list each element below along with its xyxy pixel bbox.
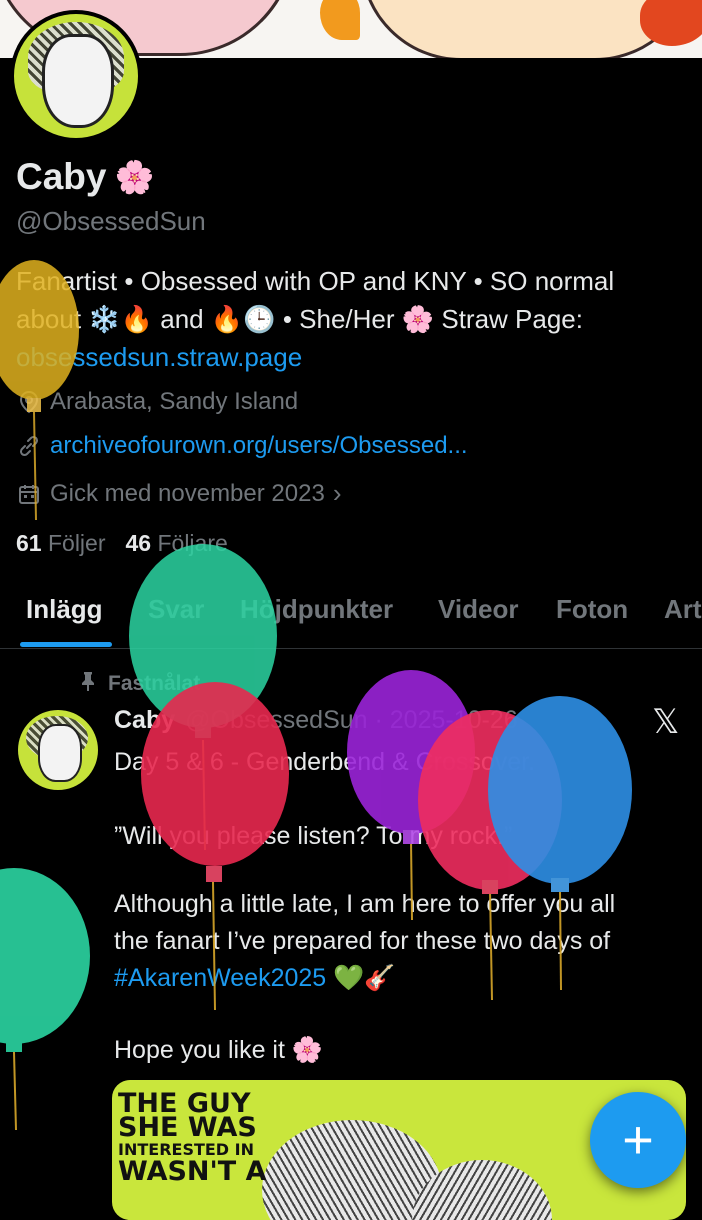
post-line: Day 5 & 6 - Genderbend & Crossover. — [114, 748, 536, 776]
balloon-green-left — [0, 868, 90, 1131]
website-link[interactable]: archiveofourown.org/users/Obsessed... — [50, 432, 468, 460]
location-pin-icon — [16, 389, 42, 415]
post-line: Hope you like it 🌸 — [114, 1036, 323, 1064]
follow-stats: 61 Följer 46 Följare — [16, 530, 228, 557]
pinned-indicator: Fastnålat — [78, 670, 200, 698]
profile-tabs: Inlägg Svar Höjdpunkter Videor Foton Art — [0, 584, 702, 649]
media-title-line: SHE WAS — [118, 1112, 257, 1143]
flower-emoji: 🌸 — [114, 159, 155, 195]
hashtag-link[interactable]: #AkarenWeek2025 — [114, 964, 326, 992]
tab-art[interactable]: Art — [664, 594, 702, 625]
post-quote: ”Will you please listen? To my rock.” — [114, 822, 513, 850]
pin-icon — [78, 670, 98, 698]
tab-replies[interactable]: Svar — [148, 594, 204, 625]
plus-icon: + — [622, 1110, 654, 1170]
profile-bio: Fanartist • Obsessed with OP and KNY • S… — [16, 262, 686, 376]
media-title: THE GUY SHE WAS INTERESTED IN WASN'T A — [118, 1090, 267, 1187]
followers-link[interactable]: 46 Följare — [126, 530, 228, 557]
media-title-line: WASN'T A — [118, 1156, 267, 1187]
followers-count: 46 — [125, 530, 152, 556]
tab-posts[interactable]: Inlägg — [26, 594, 103, 625]
post-line: Although a little late, I am here to off… — [114, 890, 616, 918]
location-text: Arabasta, Sandy Island — [50, 388, 299, 415]
following-count: 61 — [16, 530, 42, 556]
post-hashtag-line: #AkarenWeek2025 💚🎸 — [114, 960, 694, 997]
bio-line: about ❄️🔥 and 🔥🕒 • She/Her 🌸 Straw Page: — [16, 304, 583, 334]
banner-art — [640, 0, 702, 46]
avatar-art — [38, 724, 82, 782]
profile-name: Caby — [16, 156, 107, 197]
post-line: the fanart I’ve prepared for these two d… — [114, 927, 611, 955]
profile-avatar[interactable] — [10, 10, 142, 142]
tab-photos[interactable]: Foton — [556, 594, 628, 625]
active-tab-indicator — [20, 642, 112, 647]
profile-joined[interactable]: Gick med november 2023 › — [16, 478, 341, 509]
following-label: Följer — [47, 530, 106, 556]
chevron-right-icon: › — [332, 478, 342, 508]
x-logo-icon: 𝕏 — [652, 702, 680, 742]
post-avatar[interactable] — [18, 710, 98, 790]
bio-link[interactable]: obsessedsun.straw.page — [16, 338, 686, 376]
calendar-icon — [16, 481, 42, 507]
post-emoji: 💚🎸 — [326, 964, 396, 992]
profile-website[interactable]: archiveofourown.org/users/Obsessed... — [16, 432, 468, 460]
post-header: Caby @ObsessedSun · 2025-10-26 — [114, 706, 518, 735]
link-icon — [16, 433, 42, 459]
avatar-art — [42, 34, 114, 128]
pinned-label: Fastnålat — [108, 672, 201, 695]
tab-highlights[interactable]: Höjdpunkter — [240, 594, 393, 625]
profile-location: Arabasta, Sandy Island — [16, 388, 298, 416]
banner-art — [320, 0, 360, 40]
joined-text: Gick med november 2023 — [50, 479, 325, 507]
post-author[interactable]: Caby — [114, 706, 175, 735]
profile-name-row: Caby 🌸 — [16, 156, 154, 198]
followers-label: Följare — [157, 530, 228, 556]
post-handle-date: @ObsessedSun · 2025-10-26 — [185, 706, 518, 734]
tab-videos[interactable]: Videor — [438, 594, 518, 625]
compose-button[interactable]: + — [590, 1092, 686, 1188]
profile-handle: @ObsessedSun — [16, 206, 206, 236]
following-link[interactable]: 61 Följer — [16, 530, 106, 557]
bio-line: Fanartist • Obsessed with OP and KNY • S… — [16, 266, 615, 296]
